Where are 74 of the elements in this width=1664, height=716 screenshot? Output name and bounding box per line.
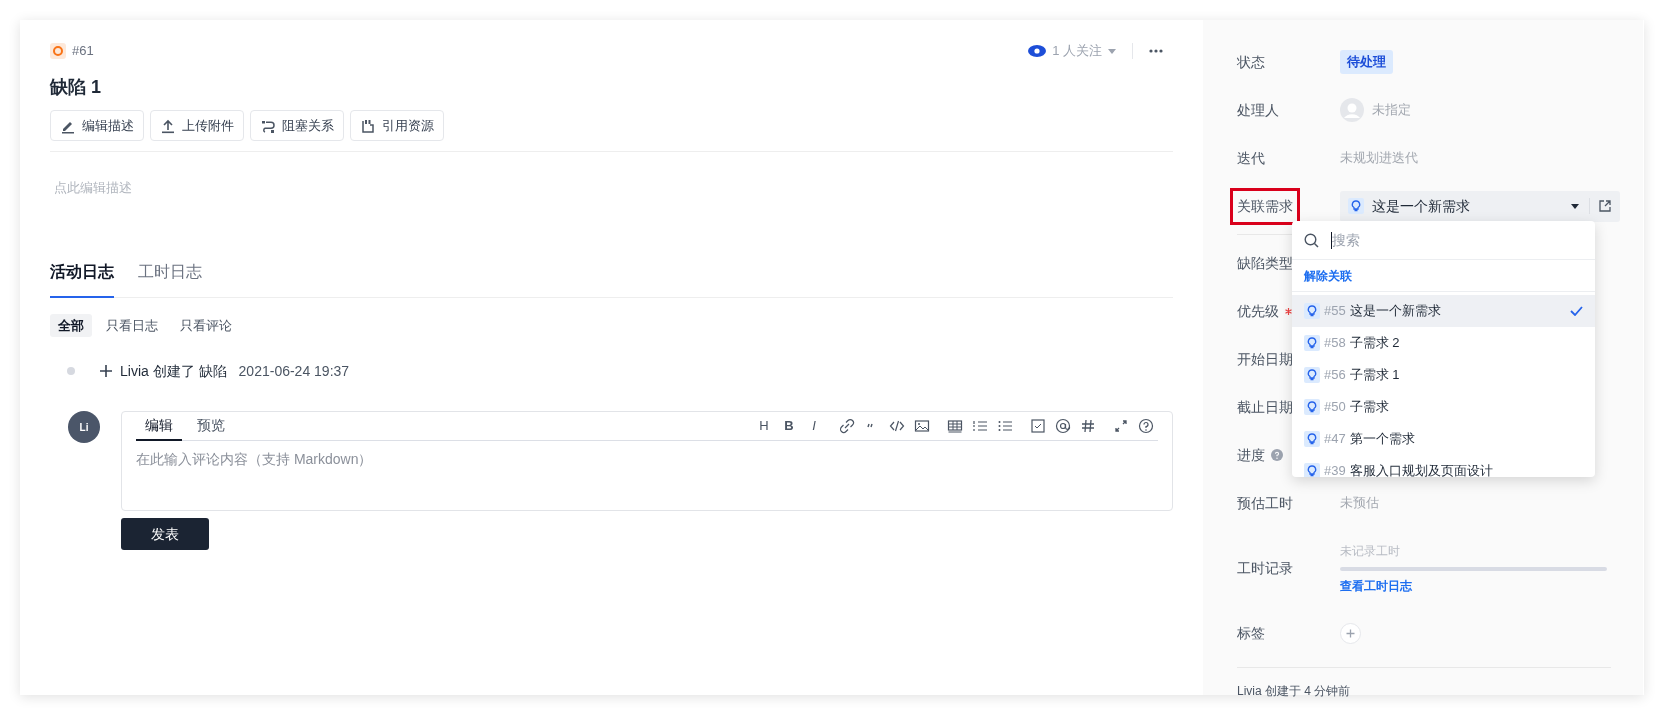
requirement-select[interactable]: 这是一个新需求 — [1340, 190, 1620, 222]
field-label: 处理人 — [1237, 100, 1279, 120]
search-field[interactable]: 搜索 — [1332, 229, 1583, 251]
editor-tab[interactable]: 预览 — [188, 412, 234, 441]
external-link-icon[interactable] — [1598, 199, 1612, 213]
created-info: Livia 创建于 4 分钟前 — [1237, 683, 1352, 700]
action-button[interactable]: 编辑描述 — [50, 110, 144, 141]
bulb-icon — [1304, 335, 1320, 351]
field-label: 迭代 — [1237, 148, 1265, 168]
unlink-link[interactable]: 解除关联 — [1304, 266, 1352, 285]
issue-title: 缺陷 1 — [50, 76, 102, 99]
format-button[interactable]: H — [756, 415, 772, 436]
action-button[interactable]: 阻塞关系 — [250, 110, 344, 141]
timeline-dot-icon — [67, 367, 75, 375]
expand-icon[interactable] — [1113, 417, 1129, 434]
bulb-icon — [1304, 303, 1320, 319]
requirement-option[interactable]: #55 这是一个新需求 — [1292, 295, 1595, 327]
caret-down-icon — [1571, 203, 1579, 209]
more-icon[interactable] — [1149, 49, 1163, 53]
bulb-icon — [1348, 198, 1364, 214]
caret-down-icon — [1108, 48, 1116, 54]
submit-button[interactable]: 发表 — [121, 518, 209, 550]
bulb-icon — [1304, 431, 1320, 447]
user-avatar-icon — [1340, 98, 1364, 122]
filter-tab[interactable]: 只看日志 — [98, 314, 166, 337]
field-label: 工时记录 — [1237, 558, 1293, 578]
activity-text: Livia 创建了 缺陷 — [120, 361, 227, 381]
field-label: 标签 — [1237, 623, 1265, 643]
status-tag[interactable]: 待处理 — [1340, 50, 1393, 74]
upload-icon — [160, 117, 176, 134]
requirement-option[interactable]: #39 客服入口规划及页面设计 — [1292, 455, 1595, 477]
field-label: 状态 — [1237, 52, 1265, 72]
check-icon — [1570, 306, 1583, 316]
bug-type-icon — [50, 43, 66, 59]
checkbox-icon[interactable] — [1030, 417, 1046, 434]
field-label: 预估工时 — [1237, 493, 1293, 513]
plus-icon — [100, 365, 112, 377]
worklog-link[interactable]: 查看工时日志 — [1340, 576, 1607, 595]
table-icon[interactable] — [947, 417, 963, 434]
at-sign-icon[interactable] — [1055, 417, 1071, 434]
requirement-option[interactable]: #58 子需求 2 — [1292, 327, 1595, 359]
search-icon — [1304, 232, 1319, 248]
field-label: 缺陷类型 — [1237, 253, 1293, 273]
field-label: 进度 — [1237, 445, 1265, 465]
requirement-option[interactable]: #50 子需求 — [1292, 391, 1595, 423]
editor-tab[interactable]: 编辑 — [136, 412, 182, 441]
image-icon[interactable] — [914, 417, 930, 434]
link-icon[interactable] — [839, 417, 855, 434]
activity-time: 2021-06-24 19:37 — [238, 361, 350, 381]
issue-number: #61 — [72, 42, 94, 61]
filter-tab[interactable]: 只看评论 — [172, 314, 240, 337]
action-button[interactable]: 上传附件 — [150, 110, 244, 141]
worklog-value: 未记录工时 — [1340, 542, 1401, 560]
bulb-icon — [1304, 367, 1320, 383]
bulb-icon — [1304, 399, 1320, 415]
field-label: 关联需求 — [1230, 187, 1300, 225]
requirement-option[interactable]: #47 第一个需求 — [1292, 423, 1595, 455]
tab[interactable]: 活动日志 — [50, 260, 114, 298]
field-label: 开始日期 — [1237, 349, 1293, 369]
help-icon[interactable] — [1138, 417, 1154, 434]
tab[interactable]: 工时日志 — [138, 260, 202, 298]
eye-icon — [1028, 45, 1047, 57]
requirement-option[interactable]: #56 子需求 1 — [1292, 359, 1595, 391]
field-label: 截止日期 — [1237, 397, 1293, 417]
hash-icon[interactable] — [1080, 417, 1096, 434]
comment-editor[interactable]: 编辑 预览 H B I 在此输入评论内容（支持 Markdown） — [121, 411, 1173, 511]
field-label: 优先级 — [1237, 301, 1279, 321]
filter-tab[interactable]: 全部 — [50, 314, 92, 337]
user-avatar: Li — [68, 411, 100, 443]
quote-icon — [360, 117, 376, 134]
bulb-icon — [1304, 463, 1320, 477]
action-button[interactable]: 引用资源 — [350, 110, 444, 141]
format-button[interactable]: B — [781, 415, 797, 436]
format-button[interactable]: I — [806, 415, 822, 436]
